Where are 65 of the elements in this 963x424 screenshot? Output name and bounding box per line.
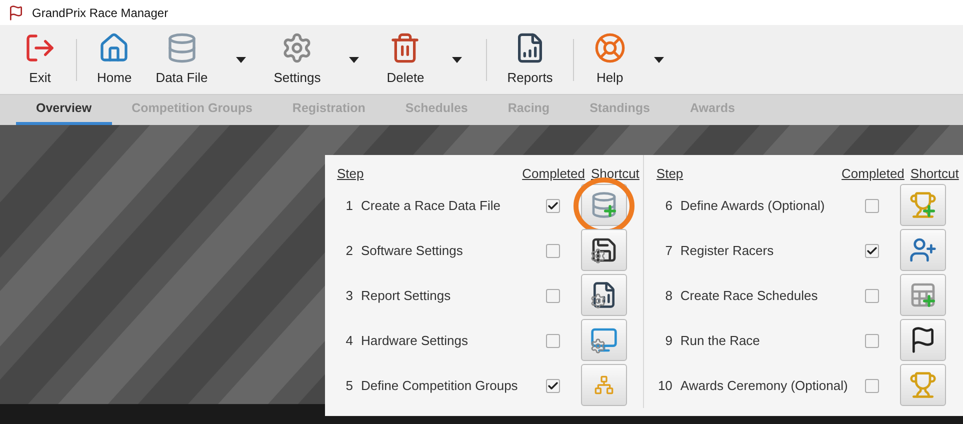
completed-checkbox[interactable] bbox=[546, 334, 560, 348]
user-add-icon bbox=[909, 236, 938, 264]
shortcut-button[interactable] bbox=[900, 319, 946, 361]
toolbar-button[interactable]: Exit bbox=[12, 32, 68, 88]
toolbar-button[interactable]: Settings bbox=[262, 32, 333, 88]
completed-checkbox[interactable] bbox=[865, 378, 880, 392]
step-number: 10 bbox=[656, 376, 672, 395]
step-number: 3 bbox=[344, 286, 353, 305]
window-title: GrandPrix Race Manager bbox=[32, 4, 168, 22]
app-icon bbox=[8, 4, 24, 20]
step-number: 7 bbox=[664, 242, 672, 260]
completed-checkbox[interactable] bbox=[546, 378, 560, 392]
step-label: Create Race Schedules bbox=[679, 286, 819, 305]
step-number: 8 bbox=[664, 286, 672, 305]
completed-checkbox[interactable] bbox=[865, 288, 880, 302]
column-header: Shortcut bbox=[591, 164, 640, 182]
step-label: Awards Ceremony (Optional) bbox=[679, 376, 849, 395]
step-label: Report Settings bbox=[360, 286, 452, 305]
completed-checkbox[interactable] bbox=[546, 244, 560, 258]
toolbar-button[interactable]: Delete bbox=[374, 32, 436, 88]
toolbar-button[interactable]: Home bbox=[85, 32, 144, 88]
shortcut-button[interactable] bbox=[581, 274, 627, 316]
step-label: Hardware Settings bbox=[360, 332, 469, 350]
column-header: Shortcut bbox=[910, 164, 959, 182]
dropdown-caret-icon[interactable] bbox=[348, 56, 359, 62]
step-number: 9 bbox=[664, 332, 672, 350]
step-label: Run the Race bbox=[679, 332, 761, 350]
step-number: 4 bbox=[344, 332, 353, 350]
trophy-icon bbox=[909, 371, 938, 399]
sheet-add-icon bbox=[909, 281, 938, 309]
shortcut-button[interactable] bbox=[581, 229, 627, 271]
completed-checkbox[interactable] bbox=[546, 198, 560, 212]
completed-checkbox[interactable] bbox=[865, 198, 880, 212]
completed-checkbox[interactable] bbox=[865, 244, 880, 258]
toolbar-button[interactable]: Reports bbox=[495, 32, 565, 88]
tree-icon bbox=[594, 375, 614, 395]
column-header: Completed bbox=[521, 164, 585, 183]
dropdown-caret-icon[interactable] bbox=[236, 56, 246, 62]
step-number: 1 bbox=[344, 196, 353, 215]
toolbar-button[interactable]: Help bbox=[582, 32, 638, 88]
lifebuoy-icon bbox=[594, 32, 626, 64]
column-header: Step bbox=[336, 164, 365, 183]
database-icon bbox=[166, 32, 198, 64]
display-gear-icon bbox=[590, 326, 618, 354]
dropdown-caret-icon[interactable] bbox=[654, 56, 664, 62]
step-label: Define Awards (Optional) bbox=[679, 196, 826, 215]
completed-checkbox[interactable] bbox=[546, 288, 560, 302]
step-label: Software Settings bbox=[360, 242, 464, 260]
exit-icon bbox=[24, 32, 56, 64]
trash-icon bbox=[389, 32, 422, 64]
column-header: Step bbox=[655, 164, 684, 183]
database-add-icon bbox=[590, 191, 618, 219]
toolbar-button[interactable]: Data File bbox=[144, 32, 220, 88]
column-header: Completed bbox=[840, 164, 904, 183]
completed-checkbox[interactable] bbox=[865, 334, 880, 348]
step-label: Define Competition Groups bbox=[360, 376, 519, 395]
step-label: Create a Race Data File bbox=[360, 196, 502, 215]
step-label: Register Racers bbox=[679, 242, 775, 260]
dropdown-caret-icon[interactable] bbox=[452, 56, 462, 62]
step-number: 5 bbox=[344, 376, 353, 395]
trophy-add-icon bbox=[909, 191, 938, 219]
step-number: 6 bbox=[664, 196, 672, 215]
step-number: 2 bbox=[344, 242, 353, 260]
house-icon bbox=[98, 32, 130, 64]
floppy-gear-icon bbox=[590, 236, 618, 264]
